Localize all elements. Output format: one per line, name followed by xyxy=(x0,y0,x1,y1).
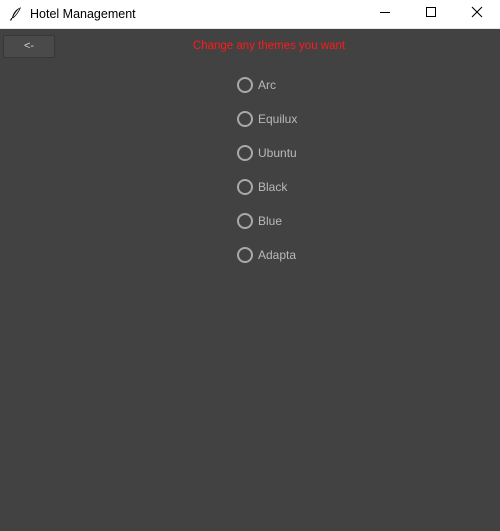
radio-button[interactable] xyxy=(237,247,253,263)
radio-option-black[interactable]: Black xyxy=(237,170,357,204)
radio-button[interactable] xyxy=(237,145,253,161)
window-title: Hotel Management xyxy=(30,7,136,21)
radio-label: Blue xyxy=(258,214,283,228)
close-icon xyxy=(471,5,483,23)
title-bar: Hotel Management xyxy=(0,0,500,29)
radio-option-arc[interactable]: Arc xyxy=(237,68,357,102)
feather-icon xyxy=(8,6,24,22)
radio-label: Equilux xyxy=(258,112,298,126)
radio-label: Adapta xyxy=(258,248,297,262)
radio-button[interactable] xyxy=(237,77,253,93)
radio-button[interactable] xyxy=(237,111,253,127)
radio-label: Black xyxy=(258,180,288,194)
radio-label: Ubuntu xyxy=(258,146,297,160)
theme-radio-group: Arc Equilux Ubuntu Black Blue Adapta xyxy=(237,68,357,272)
maximize-button[interactable] xyxy=(408,0,454,28)
radio-option-equilux[interactable]: Equilux xyxy=(237,102,357,136)
minimize-button[interactable] xyxy=(362,0,408,28)
close-button[interactable] xyxy=(454,0,500,28)
main-content: <- Change any themes you want Arc Equilu… xyxy=(0,29,500,531)
radio-button[interactable] xyxy=(237,179,253,195)
radio-button[interactable] xyxy=(237,213,253,229)
maximize-icon xyxy=(425,5,437,23)
minimize-icon xyxy=(379,5,391,23)
radio-option-blue[interactable]: Blue xyxy=(237,204,357,238)
radio-option-adapta[interactable]: Adapta xyxy=(237,238,357,272)
radio-label: Arc xyxy=(258,78,276,92)
app-window: Hotel Management <- Change any themes yo… xyxy=(0,0,500,531)
theme-header-label: Change any themes you want xyxy=(192,40,346,52)
radio-option-ubuntu[interactable]: Ubuntu xyxy=(237,136,357,170)
